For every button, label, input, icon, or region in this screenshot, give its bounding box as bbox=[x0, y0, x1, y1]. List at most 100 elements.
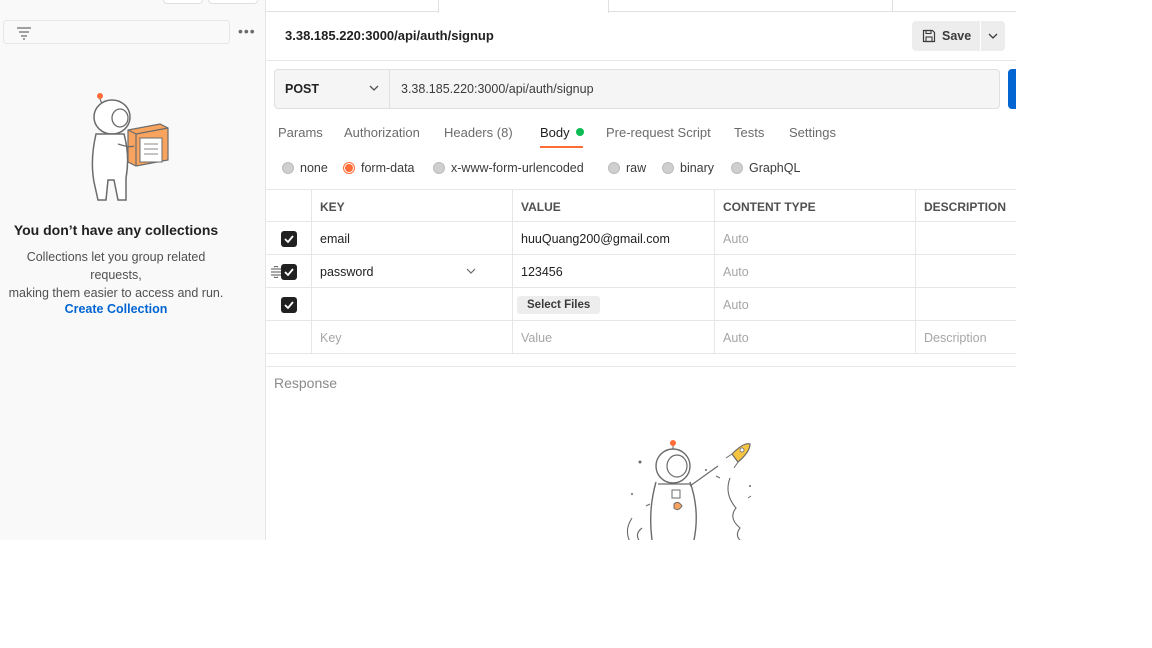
sidebar-top-button[interactable] bbox=[208, 0, 258, 4]
send-button[interactable] bbox=[1008, 69, 1016, 109]
radio-binary[interactable]: binary bbox=[662, 161, 714, 175]
tab-headers-count: (8) bbox=[496, 125, 513, 140]
tab-headers-label: Headers bbox=[444, 125, 494, 140]
radio-form-data[interactable]: form-data bbox=[343, 161, 415, 175]
key-placeholder[interactable]: Key bbox=[311, 321, 512, 354]
tab-headers[interactable]: Headers (8) bbox=[444, 125, 513, 140]
content-type-cell[interactable]: Auto bbox=[714, 255, 915, 288]
chevron-down-icon[interactable] bbox=[466, 268, 476, 274]
row-checkbox[interactable] bbox=[280, 230, 297, 247]
save-options-button[interactable] bbox=[981, 21, 1005, 51]
description-cell[interactable] bbox=[915, 222, 1016, 255]
request-tab[interactable] bbox=[893, 0, 1016, 12]
table-row-new: Key Value Auto Description bbox=[266, 321, 1016, 354]
request-tab-strip bbox=[266, 0, 1016, 13]
empty-collections-title: You don’t have any collections bbox=[13, 222, 219, 238]
table-row: password 123456 Auto bbox=[266, 255, 1016, 288]
radio-label: raw bbox=[626, 161, 647, 175]
key-text: password bbox=[320, 264, 374, 279]
more-options-icon[interactable]: ••• bbox=[238, 24, 256, 38]
tab-params[interactable]: Params bbox=[278, 125, 323, 140]
radio-circle bbox=[608, 162, 620, 174]
tab-tests[interactable]: Tests bbox=[734, 125, 764, 140]
value-cell: Select Files bbox=[512, 288, 714, 321]
header-divider bbox=[266, 60, 1016, 61]
sidebar-top-button[interactable] bbox=[163, 0, 203, 4]
table-row: Select Files Auto bbox=[266, 288, 1016, 321]
body-indicator-dot bbox=[575, 128, 584, 136]
header-content-type: CONTENT TYPE bbox=[714, 190, 915, 223]
form-data-table: KEY VALUE CONTENT TYPE DESCRIPTION email… bbox=[266, 189, 1016, 354]
value-cell[interactable]: huuQuang200@gmail.com bbox=[512, 222, 714, 255]
empty-collections-desc-line: making them easier to access and run. bbox=[8, 286, 224, 300]
table-header-row: KEY VALUE CONTENT TYPE DESCRIPTION bbox=[266, 189, 1016, 223]
row-checkbox[interactable] bbox=[280, 263, 297, 280]
value-cell[interactable]: 123456 bbox=[512, 255, 714, 288]
response-label: Response bbox=[274, 375, 338, 391]
drag-handle-icon[interactable] bbox=[270, 266, 282, 278]
save-label: Save bbox=[942, 29, 972, 43]
collections-sidebar: ••• You don’t have any collections Colle… bbox=[0, 0, 266, 540]
radio-circle bbox=[662, 162, 674, 174]
empty-collections-desc-line: Collections let you group related reques… bbox=[26, 250, 206, 282]
description-cell[interactable] bbox=[915, 288, 1016, 321]
row-checkbox-cell bbox=[266, 288, 311, 321]
request-title[interactable]: 3.38.185.220:3000/api/auth/signup bbox=[285, 28, 494, 43]
key-cell[interactable]: email bbox=[311, 222, 512, 255]
active-tab-underline bbox=[540, 146, 583, 148]
chevron-down-icon bbox=[988, 33, 998, 39]
radio-x-www-form-urlencoded[interactable]: x-www-form-urlencoded bbox=[433, 161, 584, 175]
radio-label: form-data bbox=[361, 161, 415, 175]
tab-pre-request-script[interactable]: Pre-request Script bbox=[606, 125, 711, 140]
select-files-button[interactable]: Select Files bbox=[517, 295, 601, 314]
filter-icon bbox=[17, 27, 31, 40]
radio-circle bbox=[282, 162, 294, 174]
check-icon bbox=[283, 267, 294, 276]
row-checkbox-cell bbox=[266, 321, 311, 354]
save-button[interactable]: Save bbox=[912, 21, 980, 51]
tab-authorization[interactable]: Authorization bbox=[344, 125, 420, 140]
header-key: KEY bbox=[311, 190, 512, 223]
empty-collections-description: Collections let you group related reques… bbox=[0, 248, 232, 302]
filter-input[interactable] bbox=[3, 20, 230, 44]
description-placeholder[interactable]: Description bbox=[915, 321, 1016, 354]
request-tab-active[interactable] bbox=[438, 0, 609, 13]
astronaut-rocket-illustration bbox=[626, 440, 752, 540]
empty-collections-illustration bbox=[91, 93, 169, 201]
radio-circle bbox=[731, 162, 743, 174]
radio-none[interactable]: none bbox=[282, 161, 328, 175]
radio-graphql[interactable]: GraphQL bbox=[731, 161, 800, 175]
tab-body[interactable]: Body bbox=[540, 125, 584, 140]
radio-circle bbox=[433, 162, 445, 174]
key-cell[interactable] bbox=[311, 288, 512, 321]
create-collection-link[interactable]: Create Collection bbox=[0, 302, 232, 316]
postman-app: ••• You don’t have any collections Colle… bbox=[0, 0, 1016, 540]
key-cell[interactable]: password bbox=[311, 255, 512, 288]
radio-label: GraphQL bbox=[749, 161, 801, 175]
row-checkbox[interactable] bbox=[280, 296, 297, 313]
header-check-cell bbox=[266, 190, 311, 223]
response-divider bbox=[266, 366, 1016, 367]
description-cell[interactable] bbox=[915, 255, 1016, 288]
radio-label: none bbox=[300, 161, 328, 175]
tab-settings[interactable]: Settings bbox=[789, 125, 836, 140]
radio-raw[interactable]: raw bbox=[608, 161, 646, 175]
url-input[interactable]: 3.38.185.220:3000/api/auth/signup bbox=[389, 69, 1000, 109]
request-tab[interactable] bbox=[609, 0, 893, 12]
radio-circle-selected bbox=[343, 162, 355, 174]
value-placeholder[interactable]: Value bbox=[512, 321, 714, 354]
method-label: POST bbox=[285, 82, 320, 96]
content-type-placeholder[interactable]: Auto bbox=[714, 321, 915, 354]
chevron-down-icon bbox=[369, 85, 379, 91]
radio-label: x-www-form-urlencoded bbox=[451, 161, 584, 175]
save-icon bbox=[922, 29, 936, 43]
method-select[interactable]: POST bbox=[274, 69, 390, 109]
table-row: email huuQuang200@gmail.com Auto bbox=[266, 222, 1016, 255]
tab-body-label: Body bbox=[540, 125, 570, 140]
check-icon bbox=[283, 300, 294, 309]
row-checkbox-cell bbox=[266, 255, 311, 288]
content-type-cell[interactable]: Auto bbox=[714, 288, 915, 321]
content-type-cell[interactable]: Auto bbox=[714, 222, 915, 255]
header-value: VALUE bbox=[512, 190, 714, 223]
radio-label: binary bbox=[680, 161, 715, 175]
